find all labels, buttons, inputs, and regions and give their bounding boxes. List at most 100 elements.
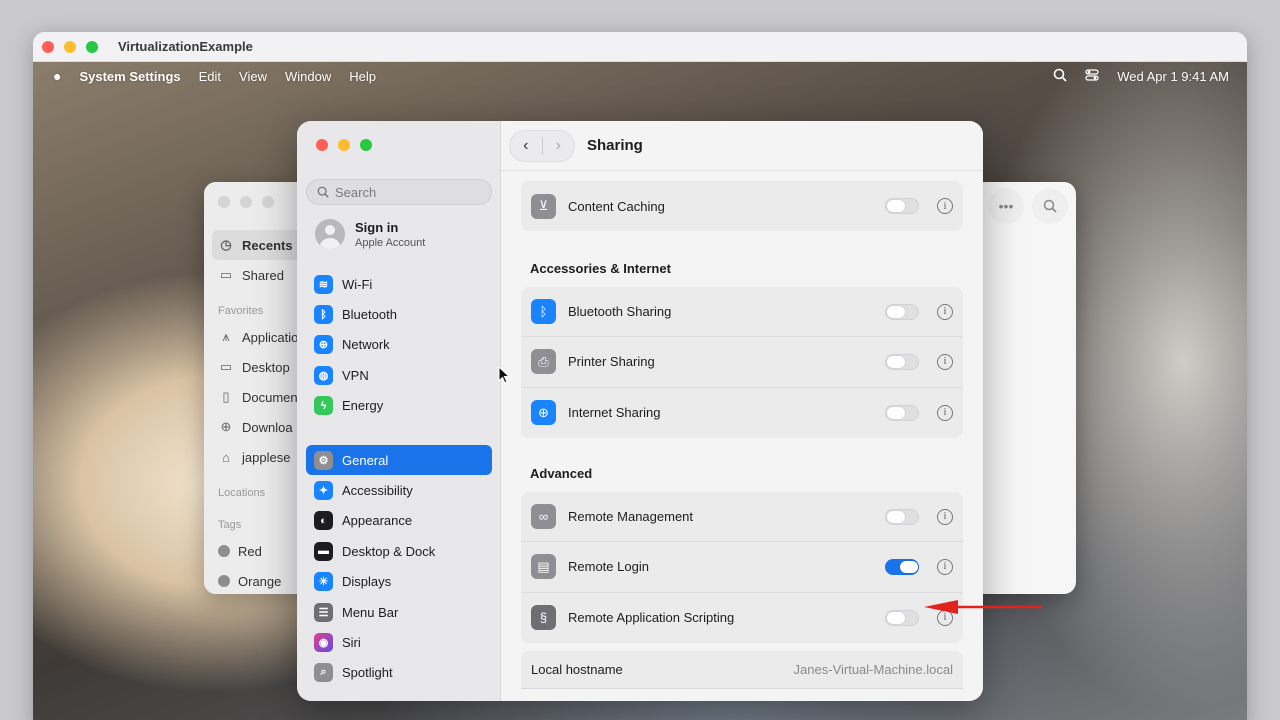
host-window-title: VirtualizationExample	[118, 39, 253, 54]
row-internet-sharing: ⊕ Internet Sharing i	[521, 388, 963, 438]
sidebar-item-label: Siri	[342, 634, 361, 650]
section-advanced: Advanced	[530, 466, 593, 481]
script-icon: §	[531, 605, 556, 631]
tag-dot-icon	[218, 575, 230, 587]
menu-window[interactable]: Window	[285, 69, 331, 84]
system-settings-window: Search Sign in Apple Account ≋ Wi-Fi ᛒ Blu…	[297, 121, 983, 701]
bluetooth-icon: ᛒ	[314, 305, 333, 325]
advanced-group: ∞ Remote Management i ▤ Remote Login i §…	[521, 492, 963, 643]
account-subtitle: Apple Account	[355, 236, 426, 249]
bluetooth-icon: ᛒ	[531, 299, 556, 325]
finder-item-label: Downloa	[242, 419, 293, 435]
sidebar-item-label: Bluetooth	[342, 307, 397, 323]
sidebar-item-label: Spotlight	[342, 665, 393, 681]
apple-menu-icon[interactable]: ●	[53, 68, 61, 84]
finder-close-button[interactable]	[218, 196, 230, 208]
vpn-icon: ◍	[314, 365, 333, 385]
info-icon[interactable]: i	[937, 508, 953, 525]
settings-nav: ≋ Wi-Fi ᛒ Bluetooth ⊕ Network ◍ VPN ϟ Energy …	[306, 269, 492, 688]
remote-management-toggle[interactable]	[885, 508, 919, 525]
settings-close-button[interactable]	[316, 139, 328, 151]
globe-icon: ⊕	[314, 335, 333, 355]
close-button[interactable]	[42, 40, 54, 53]
content-caching-toggle[interactable]	[885, 198, 919, 215]
spotlight-icon[interactable]	[1053, 68, 1067, 85]
settings-minimize-button[interactable]	[338, 139, 350, 151]
finder-toolbar: •••	[988, 188, 1068, 224]
row-bluetooth-sharing: ᛒ Bluetooth Sharing i	[521, 287, 963, 338]
row-remote-app-scripting: § Remote Application Scripting i	[521, 593, 963, 643]
menu-bar: ● System Settings Edit View Window Help …	[33, 62, 1247, 90]
account-signin[interactable]: Sign in Apple Account	[315, 219, 425, 249]
finder-search-icon[interactable]	[1032, 188, 1068, 224]
host-titlebar: VirtualizationExample	[33, 32, 1247, 62]
internet-sharing-toggle[interactable]	[885, 404, 919, 421]
sidebar-item-desktop-dock[interactable]: ▬ Desktop & Dock	[306, 536, 492, 566]
remote-app-scripting-toggle[interactable]	[885, 609, 919, 626]
sidebar-item-label: Network	[342, 337, 390, 353]
bluetooth-sharing-toggle[interactable]	[885, 303, 919, 320]
finder-item-label: Desktop	[242, 359, 290, 375]
settings-zoom-button[interactable]	[360, 139, 372, 151]
local-hostname-value[interactable]: Janes-Virtual-Machine.local	[794, 662, 953, 677]
menu-clock[interactable]: Wed Apr 1 9:41 AM	[1117, 69, 1229, 84]
sidebar-item-accessibility[interactable]: ✦ Accessibility	[306, 475, 492, 505]
back-button[interactable]: ‹	[510, 137, 542, 155]
sidebar-item-spotlight[interactable]: ⌕ Spotlight	[306, 658, 492, 688]
sun-icon: ☀	[314, 572, 333, 592]
info-icon[interactable]: i	[937, 353, 953, 370]
search-input[interactable]: Search	[306, 179, 492, 205]
finder-item-label: Orange	[238, 573, 282, 589]
sidebar-item-label: Energy	[342, 398, 384, 414]
sidebar-item-menubar[interactable]: ☰ Menu Bar	[306, 597, 492, 627]
control-center-icon[interactable]	[1085, 68, 1099, 85]
sidebar-item-label: Appearance	[342, 513, 413, 529]
sidebar-item-appearance[interactable]: ◐ Appearance	[306, 506, 492, 536]
search-icon	[317, 186, 329, 198]
terminal-icon: ▤	[531, 554, 556, 580]
document-icon: ▯	[222, 389, 230, 404]
desktop-icon: ▭	[219, 359, 233, 374]
info-icon[interactable]: i	[937, 404, 953, 421]
finder-zoom-button[interactable]	[262, 196, 274, 208]
finder-item-label: Red	[238, 543, 262, 559]
menu-edit[interactable]: Edit	[199, 69, 221, 84]
menu-app-name[interactable]: System Settings	[79, 69, 180, 84]
row-label: Content Caching	[568, 198, 665, 214]
info-icon[interactable]: i	[937, 303, 953, 320]
sidebar-item-general[interactable]: ⚙ General	[306, 444, 492, 476]
magnifier-icon: ⌕	[314, 663, 333, 683]
menu-help[interactable]: Help	[349, 69, 376, 84]
printer-sharing-toggle[interactable]	[885, 353, 919, 370]
applications-icon: ⩚	[222, 329, 230, 344]
sidebar-item-siri[interactable]: ◉ Siri	[306, 627, 492, 657]
forward-button[interactable]: ›	[543, 137, 575, 155]
sidebar-item-vpn[interactable]: ◍ VPN	[306, 360, 492, 390]
finder-minimize-button[interactable]	[240, 196, 252, 208]
info-icon[interactable]: i	[937, 558, 953, 575]
download-arrow-icon: ⊻	[531, 193, 556, 219]
sidebar-item-label: General	[342, 452, 389, 468]
settings-sidebar: Search Sign in Apple Account ≋ Wi-Fi ᛒ Blu…	[297, 121, 501, 701]
local-hostname-label: Local hostname	[531, 662, 623, 677]
page-title: Sharing	[587, 137, 643, 154]
settings-traffic-lights	[316, 139, 372, 151]
appearance-icon: ◐	[314, 511, 333, 531]
siri-icon: ◉	[314, 632, 333, 652]
sidebar-item-energy[interactable]: ϟ Energy	[306, 391, 492, 421]
remote-login-toggle[interactable]	[885, 558, 919, 575]
sidebar-item-label: Accessibility	[342, 483, 413, 499]
sidebar-item-wifi[interactable]: ≋ Wi-Fi	[306, 269, 492, 299]
printer-icon: ⎙	[531, 349, 556, 375]
menu-view[interactable]: View	[239, 69, 267, 84]
sidebar-item-network[interactable]: ⊕ Network	[306, 330, 492, 360]
accessories-group: ᛒ Bluetooth Sharing i ⎙ Printer Sharing …	[521, 287, 963, 438]
info-icon[interactable]: i	[937, 198, 953, 215]
more-icon[interactable]: •••	[988, 188, 1024, 224]
zoom-button[interactable]	[86, 40, 98, 53]
sidebar-item-displays[interactable]: ☀ Displays	[306, 567, 492, 597]
sidebar-item-bluetooth[interactable]: ᛒ Bluetooth	[306, 299, 492, 329]
sidebar-item-label: Desktop & Dock	[342, 543, 436, 559]
wifi-icon: ≋	[314, 274, 333, 294]
minimize-button[interactable]	[64, 40, 76, 53]
